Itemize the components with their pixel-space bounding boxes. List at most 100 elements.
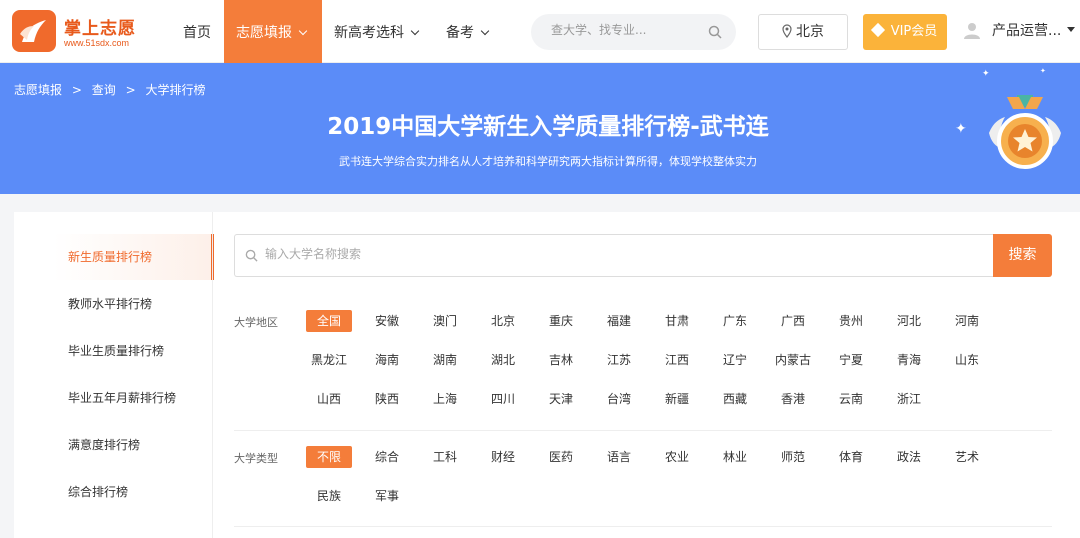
filter-tag[interactable]: 河南 xyxy=(944,310,990,332)
sidebar-item-graduate-quality[interactable]: 毕业生质量排行榜 xyxy=(54,328,214,374)
filter-tag[interactable]: 工科 xyxy=(422,446,468,468)
filter-tag[interactable]: 台湾 xyxy=(596,388,642,410)
university-search-input[interactable] xyxy=(265,247,865,261)
nav-subject-label: 新高考选科 xyxy=(334,25,404,41)
sidebar-item-label: 新生质量排行榜 xyxy=(68,250,153,264)
sidebar-item-freshman-quality[interactable]: 新生质量排行榜 xyxy=(54,234,214,280)
vip-button[interactable]: VIP会员 xyxy=(863,14,947,50)
filter-tag[interactable]: 海南 xyxy=(364,349,410,371)
sidebar-item-teacher-level[interactable]: 教师水平排行榜 xyxy=(54,281,214,327)
user-name: 产品运营... xyxy=(992,23,1062,39)
breadcrumb: 志愿填报 > 查询 > 大学排行榜 xyxy=(14,81,211,98)
filter-tag[interactable]: 政法 xyxy=(886,446,932,468)
search-icon xyxy=(245,249,258,262)
filter-tag[interactable]: 广西 xyxy=(770,310,816,332)
sidebar-item-label: 满意度排行榜 xyxy=(68,438,141,452)
filter-tag[interactable]: 重庆 xyxy=(538,310,584,332)
sidebar-divider xyxy=(212,212,213,538)
filter-tag[interactable]: 吉林 xyxy=(538,349,584,371)
filter-tag[interactable]: 财经 xyxy=(480,446,526,468)
logo-icon[interactable] xyxy=(12,10,56,52)
location-button[interactable]: 北京 xyxy=(758,14,848,50)
filter-tag[interactable]: 陕西 xyxy=(364,388,410,410)
filter-tag[interactable]: 新疆 xyxy=(654,388,700,410)
filter-tag[interactable]: 浙江 xyxy=(886,388,932,410)
sidebar-item-label: 教师水平排行榜 xyxy=(68,297,153,311)
filter-tag[interactable]: 上海 xyxy=(422,388,468,410)
search-button[interactable]: 搜索 xyxy=(993,234,1052,277)
filter-tag[interactable]: 山西 xyxy=(306,388,352,410)
filter-tag[interactable]: 辽宁 xyxy=(712,349,758,371)
filter-tag[interactable]: 福建 xyxy=(596,310,642,332)
filter-tag[interactable]: 北京 xyxy=(480,310,526,332)
filter-tag[interactable]: 医药 xyxy=(538,446,584,468)
user-menu[interactable]: 产品运营... xyxy=(962,20,1076,44)
medal-icon xyxy=(985,93,1065,187)
nav-subject-selection[interactable]: 新高考选科 xyxy=(334,0,420,63)
filter-tag[interactable]: 体育 xyxy=(828,446,874,468)
filter-tag[interactable]: 四川 xyxy=(480,388,526,410)
filter-tag[interactable]: 民族 xyxy=(306,485,352,507)
filter-tag[interactable]: 军事 xyxy=(364,485,410,507)
sparkle-icon: ✦ xyxy=(955,121,967,137)
filter-tag[interactable]: 西藏 xyxy=(712,388,758,410)
filter-divider xyxy=(234,526,1052,527)
filter-tag[interactable]: 云南 xyxy=(828,388,874,410)
filter-tag[interactable]: 甘肃 xyxy=(654,310,700,332)
filter-tag[interactable]: 安徽 xyxy=(364,310,410,332)
filter-tag[interactable]: 综合 xyxy=(364,446,410,468)
breadcrumb-query[interactable]: 查询 xyxy=(92,83,116,97)
filter-tag[interactable]: 内蒙古 xyxy=(770,349,816,371)
page-banner: 志愿填报 > 查询 > 大学排行榜 2019中国大学新生入学质量排行榜-武书连 … xyxy=(0,63,1080,194)
filter-tag[interactable]: 河北 xyxy=(886,310,932,332)
filter-tag[interactable]: 香港 xyxy=(770,388,816,410)
vip-label: VIP会员 xyxy=(890,24,938,39)
filter-tag[interactable]: 江苏 xyxy=(596,349,642,371)
sidebar-item-label: 毕业生质量排行榜 xyxy=(68,344,165,358)
filter-tag[interactable]: 江西 xyxy=(654,349,700,371)
sidebar-item-five-year-salary[interactable]: 毕业五年月薪排行榜 xyxy=(54,375,214,421)
nav-volunteer-label: 志愿填报 xyxy=(236,25,292,41)
caret-down-icon xyxy=(1067,27,1076,32)
university-search-box xyxy=(234,234,994,277)
nav-exam-label: 备考 xyxy=(446,25,474,41)
top-header: 掌上志愿 www.51sdx.com 首页 志愿填报 新高考选科 备考 北京 V… xyxy=(0,0,1080,63)
region-filter-label: 大学地区 xyxy=(234,316,278,329)
nav-volunteer[interactable]: 志愿填报 xyxy=(224,0,322,63)
filter-tag[interactable]: 林业 xyxy=(712,446,758,468)
filter-tag[interactable]: 天津 xyxy=(538,388,584,410)
sidebar-item-satisfaction[interactable]: 满意度排行榜 xyxy=(54,422,214,468)
filter-tag[interactable]: 青海 xyxy=(886,349,932,371)
filter-tag[interactable]: 湖北 xyxy=(480,349,526,371)
sparkle-icon: ✦ xyxy=(982,69,990,79)
page-subtitle: 武书连大学综合实力排名从人才培养和科学研究两大指标计算所得，体现学校整体实力 xyxy=(339,155,757,168)
logo-title[interactable]: 掌上志愿 xyxy=(64,14,136,39)
filter-tag[interactable]: 山东 xyxy=(944,349,990,371)
filter-tag[interactable]: 宁夏 xyxy=(828,349,874,371)
search-icon[interactable] xyxy=(708,24,722,43)
filter-tag[interactable]: 澳门 xyxy=(422,310,468,332)
filter-tag[interactable]: 黑龙江 xyxy=(306,349,352,371)
global-search-input[interactable] xyxy=(551,23,711,37)
filter-tag[interactable]: 广东 xyxy=(712,310,758,332)
filter-tag[interactable]: 贵州 xyxy=(828,310,874,332)
global-search xyxy=(531,14,736,50)
filter-tag[interactable]: 语言 xyxy=(596,446,642,468)
filter-tag[interactable]: 不限 xyxy=(306,446,352,468)
chevron-down-icon xyxy=(410,26,420,36)
filter-tag[interactable]: 艺术 xyxy=(944,446,990,468)
filter-tag[interactable]: 师范 xyxy=(770,446,816,468)
sidebar-item-comprehensive[interactable]: 综合排行榜 xyxy=(54,469,214,515)
nav-home[interactable]: 首页 xyxy=(183,0,211,63)
sparkle-icon: ✦ xyxy=(1040,67,1046,75)
sidebar-item-label: 综合排行榜 xyxy=(68,485,129,499)
chevron-down-icon xyxy=(480,26,490,36)
nav-home-label: 首页 xyxy=(183,25,211,41)
breadcrumb-volunteer[interactable]: 志愿填报 xyxy=(14,83,62,97)
filter-tag[interactable]: 全国 xyxy=(306,310,352,332)
nav-exam-prep[interactable]: 备考 xyxy=(446,0,490,63)
filter-tag[interactable]: 农业 xyxy=(654,446,700,468)
diamond-icon xyxy=(870,22,885,38)
filter-tag[interactable]: 湖南 xyxy=(422,349,468,371)
chevron-down-icon xyxy=(298,26,308,36)
